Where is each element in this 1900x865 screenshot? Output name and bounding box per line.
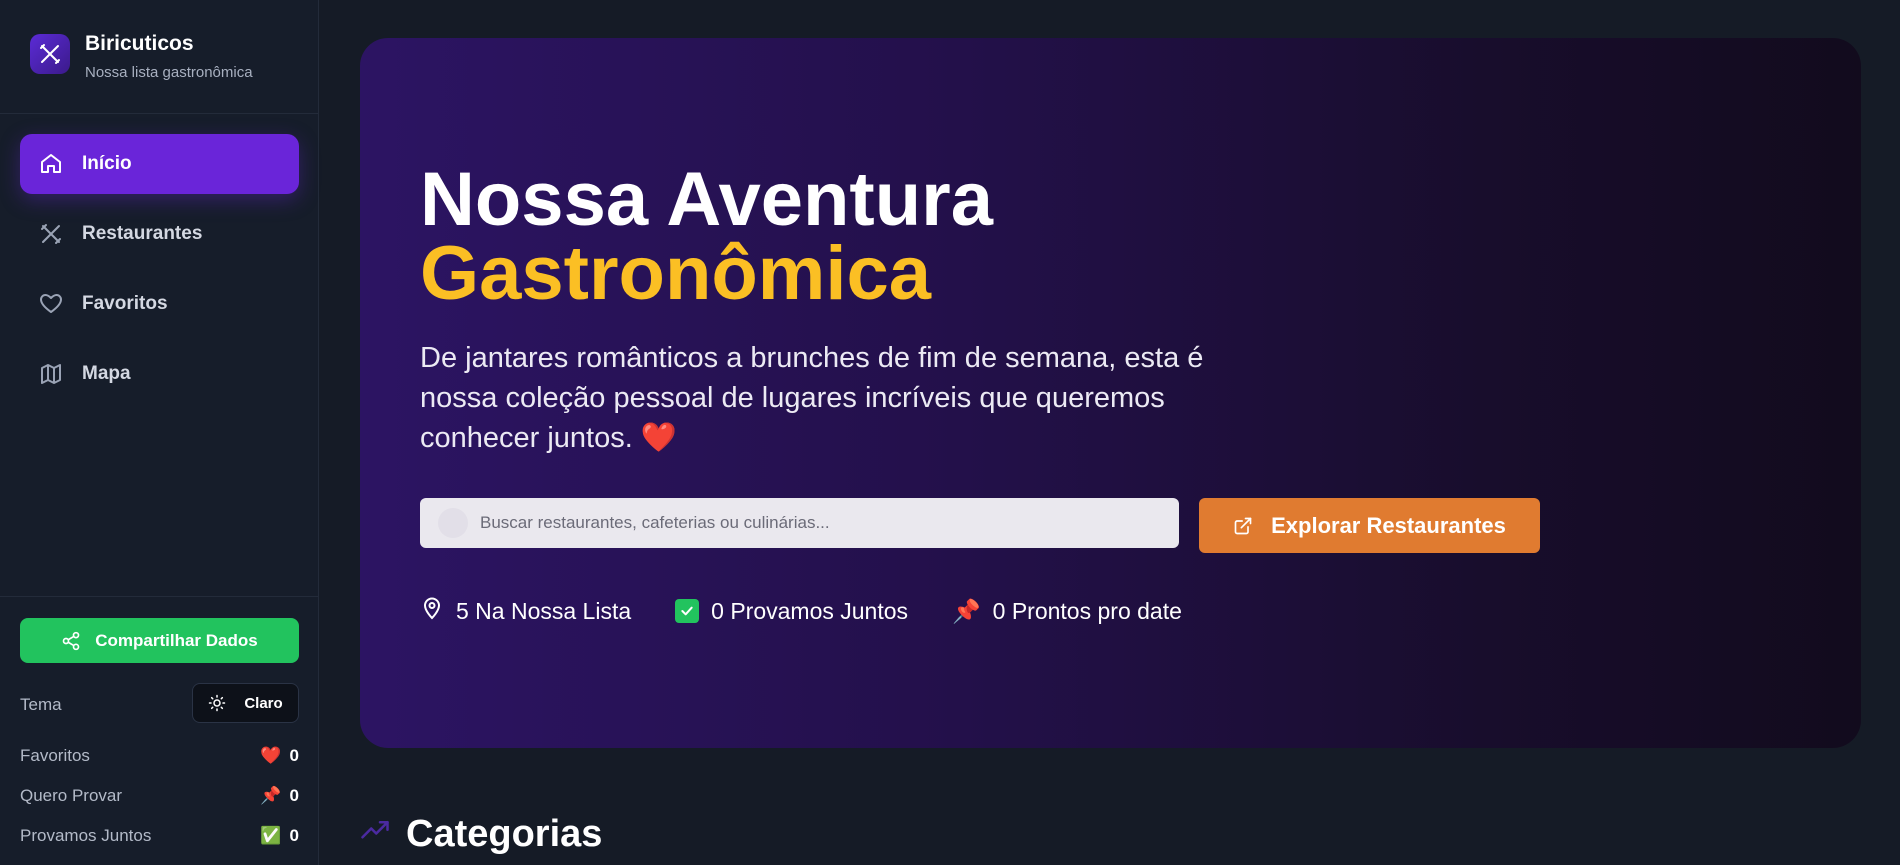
nav-item-label: Restaurantes	[82, 223, 203, 244]
trending-up-icon	[360, 813, 390, 856]
check-icon	[675, 599, 700, 623]
hero-stat-list: 5 Na Nossa Lista	[420, 596, 631, 626]
heart-icon	[38, 291, 64, 317]
hero-title: Nossa Aventura Gastronômica	[420, 162, 993, 316]
stat-value: 0	[289, 746, 299, 765]
hero-title-line2: Gastronômica	[420, 231, 932, 316]
hero-title-line1: Nossa Aventura	[420, 157, 994, 242]
nav-item-mapa[interactable]: Mapa	[20, 344, 299, 404]
home-icon	[38, 151, 64, 177]
utensils-cross-icon[interactable]	[30, 34, 70, 74]
stat-label: Favoritos	[20, 746, 90, 765]
sidebar-footer: Compartilhar Dados Tema Claro Favoritos …	[0, 596, 319, 865]
theme-label: Tema	[20, 695, 62, 714]
stat-quero-provar: Quero Provar 📌 0	[20, 784, 299, 808]
stat-label: Quero Provar	[20, 786, 123, 805]
nav-item-restaurantes[interactable]: Restaurantes	[20, 204, 299, 264]
search-icon	[438, 508, 468, 538]
share-icon	[61, 631, 81, 651]
map-icon	[38, 361, 64, 387]
nav-item-label: Mapa	[82, 363, 131, 384]
external-link-icon	[1233, 516, 1253, 536]
utensils-icon	[38, 221, 64, 247]
stat-favoritos: Favoritos ❤️ 0	[20, 744, 299, 768]
nav-item-favoritos[interactable]: Favoritos	[20, 274, 299, 334]
pushpin-icon: 📌	[952, 597, 981, 624]
explore-restaurants-button[interactable]: Explorar Restaurantes	[1199, 498, 1540, 553]
nav-item-inicio[interactable]: Início	[20, 134, 299, 194]
theme-toggle-button[interactable]: Claro	[192, 683, 299, 723]
stat-value: 0	[289, 826, 299, 845]
hero-stat-tried: 0 Provamos Juntos	[675, 598, 908, 625]
brand-header: Biricuticos Nossa lista gastronômica	[0, 0, 319, 114]
stat-value: 0	[289, 786, 299, 805]
hero-stat-text: 5 Na Nossa Lista	[456, 597, 632, 624]
heart-emoji-icon: ❤️	[260, 746, 282, 765]
pushpin-emoji-icon: 📌	[260, 786, 282, 805]
stat-label: Provamos Juntos	[20, 826, 152, 845]
categories-title: Categorias	[406, 812, 603, 855]
hero-stat-text: 0 Prontos pro date	[992, 597, 1182, 624]
search-input[interactable]	[480, 513, 1160, 533]
explore-button-label: Explorar Restaurantes	[1271, 512, 1506, 538]
hero-stat-ready: 📌 0 Prontos pro date	[952, 598, 1182, 625]
nav-item-label: Favoritos	[82, 293, 168, 314]
categories-heading: Categorias	[360, 812, 602, 856]
brand-title: Biricuticos	[85, 32, 194, 55]
share-data-button[interactable]: Compartilhar Dados	[20, 618, 299, 663]
hero-stats: 5 Na Nossa Lista 0 Provamos Juntos 📌 0 P…	[420, 596, 1182, 626]
share-button-label: Compartilhar Dados	[95, 630, 258, 650]
check-emoji-icon: ✅	[260, 826, 282, 845]
sun-icon	[208, 694, 226, 712]
sidebar: Biricuticos Nossa lista gastronômica Iní…	[0, 0, 319, 865]
search-box	[420, 498, 1179, 548]
hero-description: De jantares românticos a brunches de fim…	[420, 342, 1204, 454]
theme-button-label: Claro	[244, 694, 283, 712]
brand-subtitle: Nossa lista gastronômica	[85, 64, 253, 81]
hero-stat-text: 0 Provamos Juntos	[711, 597, 909, 624]
hero-banner: Nossa Aventura Gastronômica De jantares …	[360, 38, 1861, 748]
nav-item-label: Início	[82, 153, 132, 174]
map-pin-icon	[420, 596, 444, 626]
stat-provamos-juntos: Provamos Juntos ✅ 0	[20, 824, 299, 848]
